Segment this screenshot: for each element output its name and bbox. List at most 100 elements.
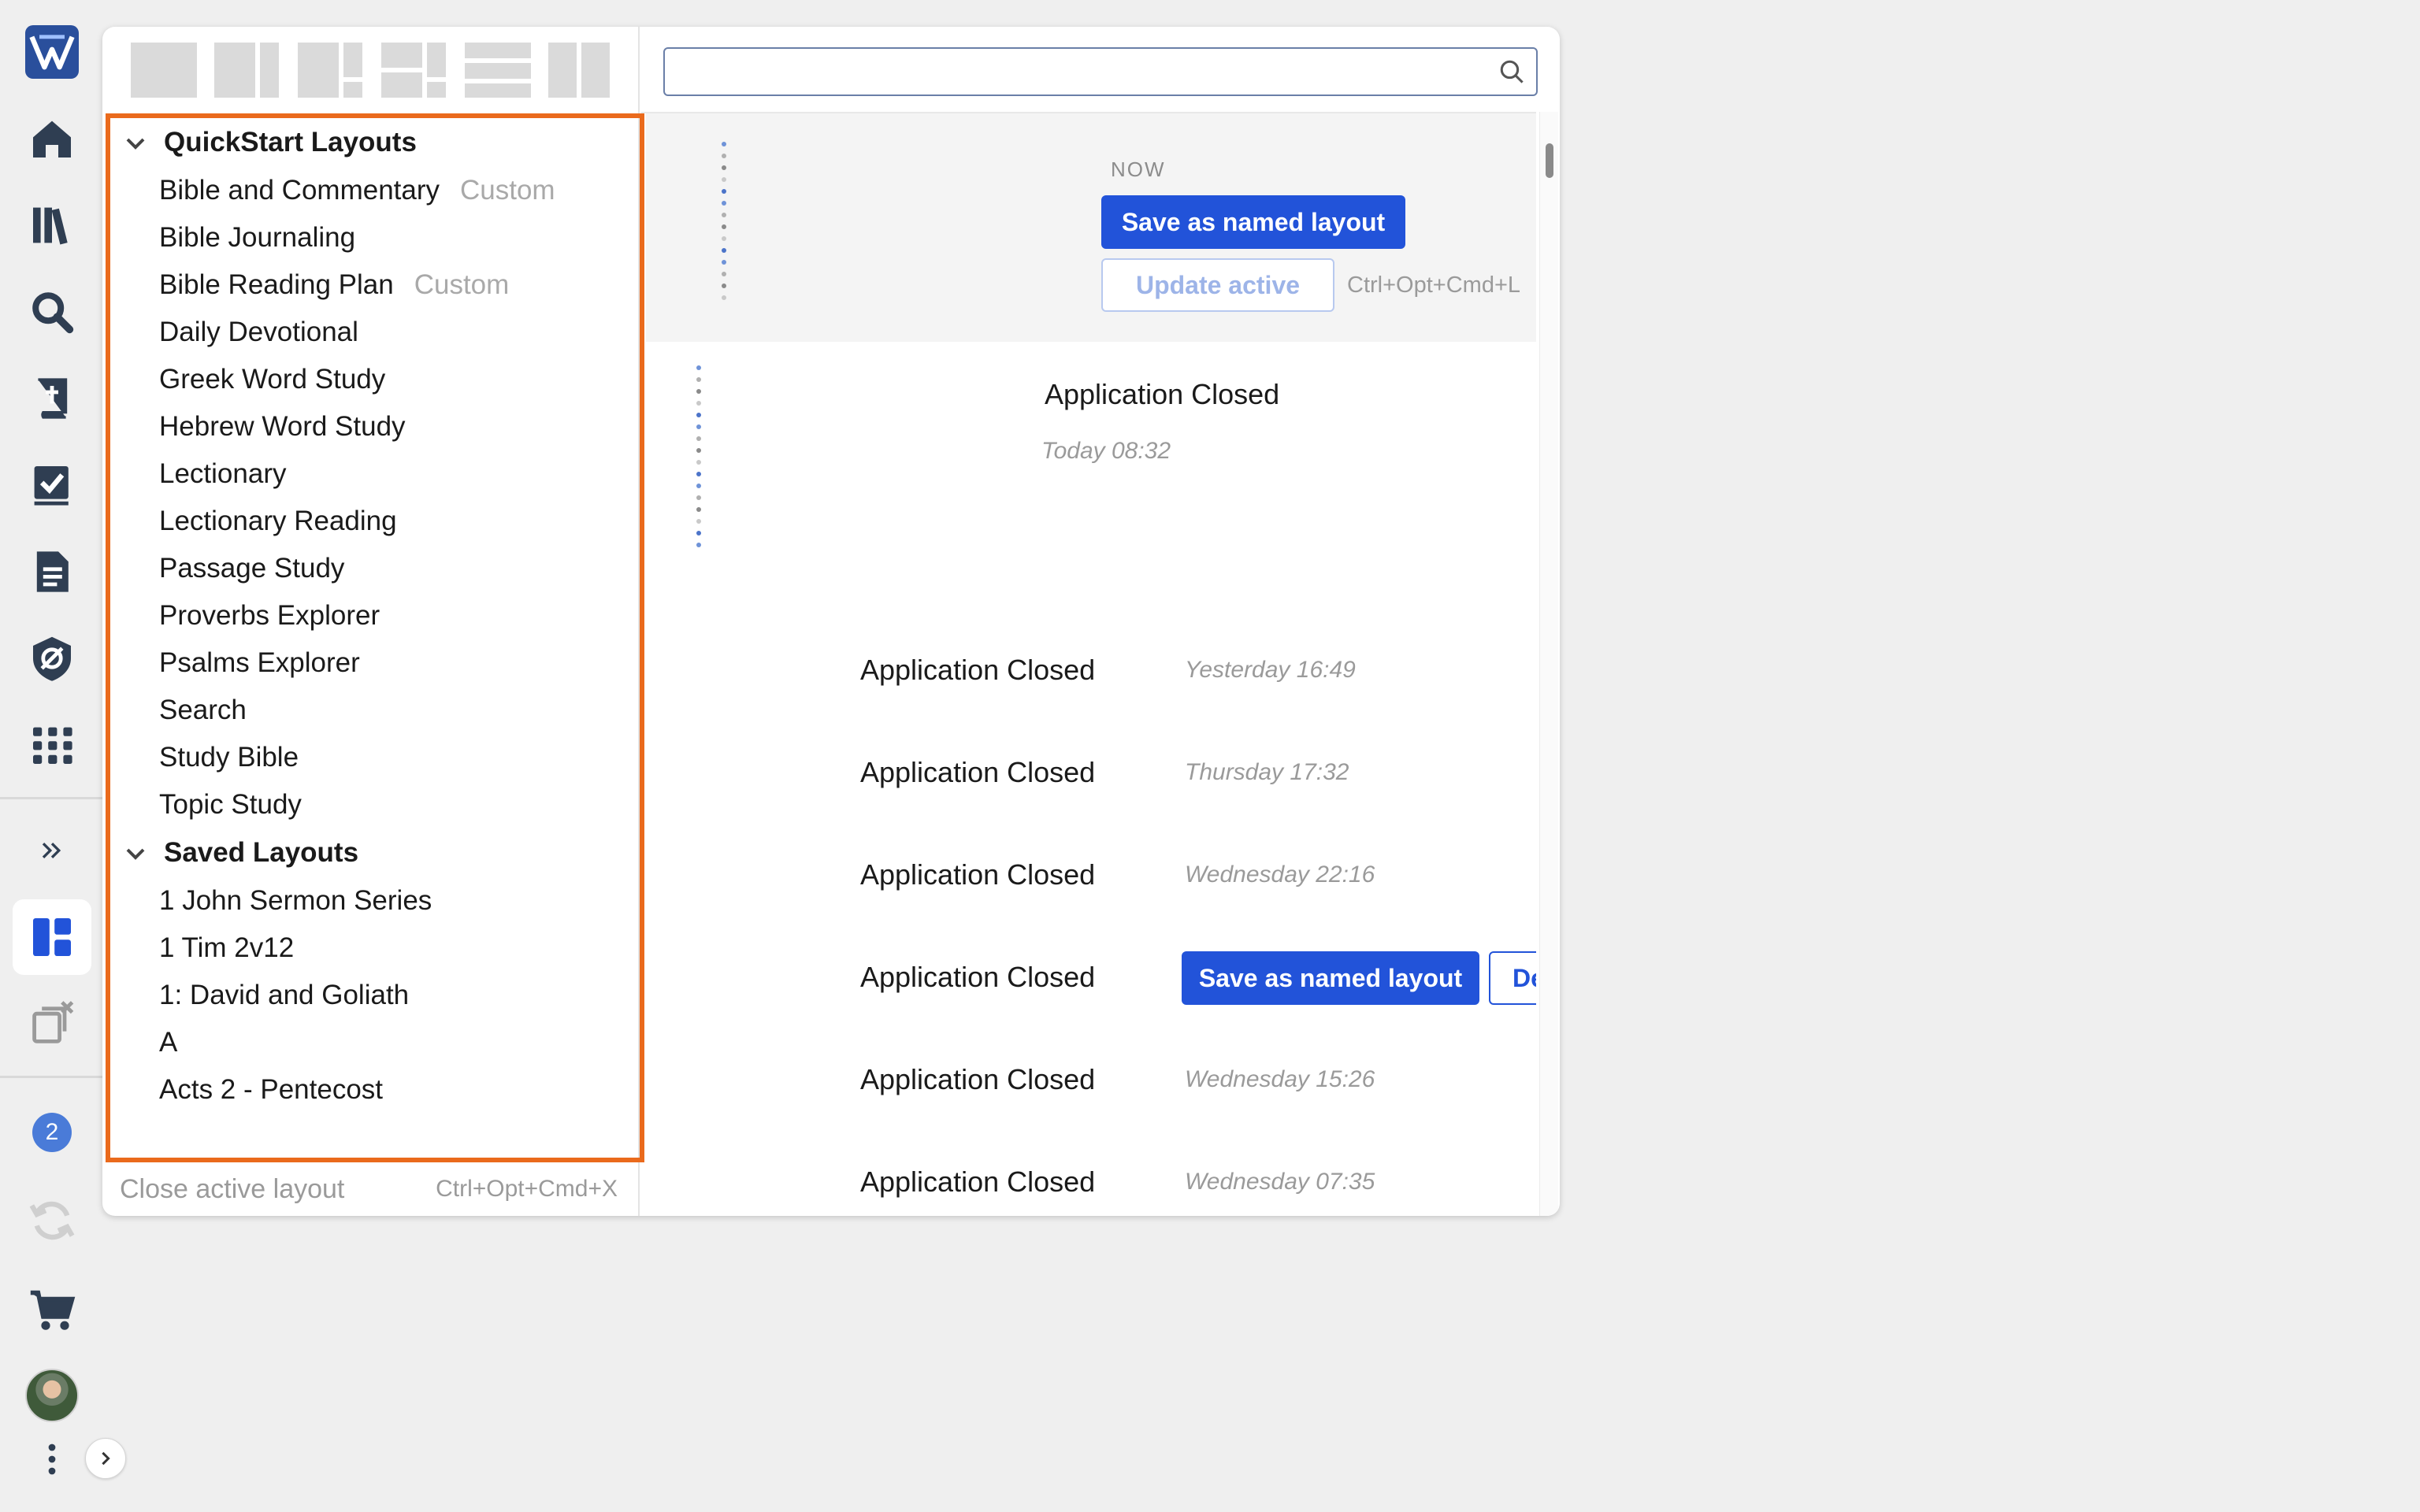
- close-active-layout-button[interactable]: Close active layout: [120, 1174, 344, 1205]
- layout-item-label: Search: [159, 695, 247, 725]
- notifications-button[interactable]: 2: [13, 1095, 91, 1170]
- shield-button[interactable]: [13, 621, 91, 696]
- account-button[interactable]: [13, 1358, 91, 1433]
- logo-button[interactable]: [13, 14, 91, 90]
- layouts-list-column: QuickStart Layouts Bible and Commentary Cu…: [102, 27, 644, 1216]
- history-entry[interactable]: Application Closed Yesterday 16:49: [641, 633, 1536, 720]
- layout-item-label: Bible Journaling: [159, 222, 356, 253]
- layout-item[interactable]: Bible Reading Plan Custom: [110, 261, 640, 309]
- entry-title: Application Closed: [860, 756, 1096, 788]
- layout-split-right-icon[interactable]: [298, 43, 364, 98]
- entry-time: Today 08:32: [1041, 438, 1171, 464]
- layout-item-label: Topic Study: [159, 789, 302, 820]
- layout-item[interactable]: Acts 2 - Pentecost: [110, 1066, 640, 1114]
- layout-item[interactable]: Bible and Commentary Custom: [110, 167, 640, 214]
- layout-item[interactable]: 1 John Sermon Series: [110, 877, 640, 925]
- logo-icon: [25, 25, 79, 79]
- history-list: NOW Save as named layout Update active C…: [641, 112, 1536, 1216]
- layout-item-tag: Custom: [460, 175, 555, 206]
- group-header[interactable]: QuickStart Layouts: [110, 118, 640, 167]
- layout-item-label: 1 Tim 2v12: [159, 932, 295, 963]
- layout-item[interactable]: Search: [110, 687, 640, 734]
- history-entry[interactable]: Application Closed Today 08:32: [641, 343, 1536, 572]
- layout-item[interactable]: Lectionary: [110, 450, 640, 498]
- rail-divider: [0, 1076, 104, 1078]
- layout-rows-icon[interactable]: [465, 43, 531, 98]
- search-icon: [1500, 60, 1524, 83]
- layout-item[interactable]: Hebrew Word Study: [110, 403, 640, 450]
- bible-icon: [38, 378, 68, 419]
- library-button[interactable]: [13, 187, 91, 263]
- document-button[interactable]: [13, 534, 91, 610]
- expand-rail-button[interactable]: [13, 813, 91, 888]
- update-shortcut: Ctrl+Opt+Cmd+L: [1347, 272, 1521, 298]
- history-entry[interactable]: Application Closed Wednesday 15:26: [641, 1043, 1536, 1129]
- more-button[interactable]: [13, 1424, 91, 1495]
- bible-button[interactable]: [13, 361, 91, 436]
- close-layouts-icon: [32, 1001, 74, 1043]
- delete-button[interactable]: Delete: [1489, 951, 1536, 1005]
- layout-item[interactable]: 1: David and Goliath: [110, 972, 640, 1019]
- layout-item-label: Bible and Commentary: [159, 175, 440, 206]
- more-icon: [48, 1443, 56, 1475]
- layout-item[interactable]: Psalms Explorer: [110, 639, 640, 687]
- entry-time: Thursday 17:32: [1185, 759, 1349, 785]
- sync-button[interactable]: [13, 1183, 91, 1258]
- apps-button[interactable]: [13, 707, 91, 783]
- layout-item[interactable]: A: [110, 1019, 640, 1066]
- cart-button[interactable]: [13, 1273, 91, 1348]
- layout-single-icon[interactable]: [131, 43, 197, 98]
- save-named-layout-button[interactable]: Save as named layout: [1182, 951, 1479, 1005]
- history-scrollbar[interactable]: [1539, 112, 1558, 1216]
- search-input[interactable]: [679, 49, 1490, 93]
- history-entry[interactable]: Application Closed Wednesday 22:16: [641, 838, 1536, 925]
- layout-item-label: Passage Study: [159, 553, 345, 584]
- layout-columns-icon[interactable]: [548, 43, 614, 98]
- layout-thumbnail: [722, 142, 728, 307]
- layout-item[interactable]: 1 Tim 2v12: [110, 925, 640, 972]
- layout-item[interactable]: Bible Journaling: [110, 214, 640, 261]
- layout-item[interactable]: Lectionary Reading: [110, 498, 640, 545]
- layout-item-label: 1: David and Goliath: [159, 980, 410, 1010]
- home-icon: [33, 120, 71, 158]
- search-icon: [32, 292, 74, 334]
- entry-title: Application Closed: [860, 961, 1096, 993]
- layout-item-label: Proverbs Explorer: [159, 600, 380, 631]
- chevron-down-icon: [126, 138, 145, 150]
- layouts-panel: QuickStart Layouts Bible and Commentary Cu…: [102, 27, 1560, 1216]
- history-entry-hovered[interactable]: Application Closed Save as named layout …: [641, 940, 1536, 1027]
- apps-grid-icon: [33, 727, 72, 764]
- chevron-down-icon: [126, 848, 145, 860]
- home-button[interactable]: [13, 101, 91, 176]
- search-box: [663, 47, 1538, 96]
- expand-rail-chip[interactable]: [85, 1438, 126, 1479]
- layout-item[interactable]: Proverbs Explorer: [110, 592, 640, 639]
- layout-history-column: NOW Save as named layout Update active C…: [641, 27, 1560, 1216]
- layout-item[interactable]: Study Bible: [110, 734, 640, 781]
- search-button[interactable]: [13, 274, 91, 350]
- layout-item-label: Bible Reading Plan: [159, 269, 394, 300]
- document-icon: [36, 551, 69, 592]
- entry-title: Application Closed: [860, 654, 1096, 686]
- layout-quad-icon[interactable]: [381, 43, 447, 98]
- tasks-button[interactable]: [13, 447, 91, 523]
- layout-two-column-icon[interactable]: [214, 43, 280, 98]
- layout-item[interactable]: Topic Study: [110, 781, 640, 828]
- group-header[interactable]: Saved Layouts: [110, 828, 640, 877]
- layout-groups: QuickStart Layouts Bible and Commentary Cu…: [110, 118, 640, 1114]
- layout-item-label: Daily Devotional: [159, 317, 358, 347]
- layout-item[interactable]: Greek Word Study: [110, 356, 640, 403]
- close-layouts-button[interactable]: [13, 986, 91, 1062]
- history-entry[interactable]: Application Closed Thursday 17:32: [641, 736, 1536, 822]
- layouts-button[interactable]: [13, 899, 91, 975]
- update-active-button[interactable]: Update active: [1101, 258, 1334, 312]
- chevron-right-icon: [102, 1451, 110, 1466]
- library-icon: [33, 207, 68, 245]
- layout-item[interactable]: Passage Study: [110, 545, 640, 592]
- history-entry[interactable]: Application Closed Wednesday 07:35: [641, 1145, 1536, 1216]
- now-card: NOW Save as named layout Update active C…: [646, 113, 1536, 342]
- save-named-layout-button[interactable]: Save as named layout: [1101, 195, 1405, 249]
- scrollbar-thumb[interactable]: [1546, 143, 1553, 178]
- close-shortcut: Ctrl+Opt+Cmd+X: [436, 1176, 618, 1202]
- layout-item[interactable]: Daily Devotional: [110, 309, 640, 356]
